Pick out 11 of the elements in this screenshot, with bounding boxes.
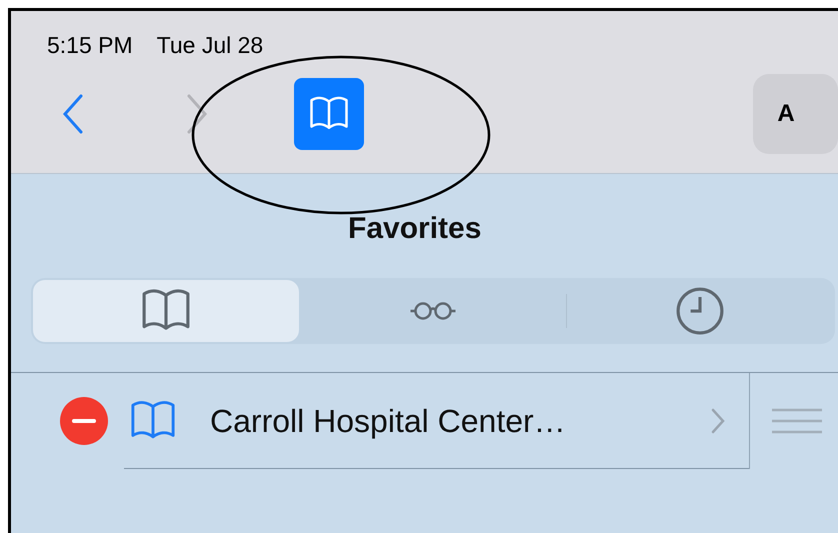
status-time: 5:15 PM — [47, 32, 133, 59]
status-date: Tue Jul 28 — [156, 32, 264, 59]
sidebar-button[interactable] — [294, 78, 364, 150]
delete-button[interactable] — [60, 397, 108, 445]
clock-icon — [675, 286, 725, 336]
sidebar-title: Favorites — [348, 212, 482, 246]
reorder-handle-icon[interactable] — [772, 407, 822, 435]
chevron-icon — [711, 408, 725, 434]
segment-tab[interactable] — [33, 280, 299, 342]
bookmark-title: Carroll Hospital Center… — [210, 402, 566, 440]
reader-button[interactable]: A — [753, 74, 838, 154]
